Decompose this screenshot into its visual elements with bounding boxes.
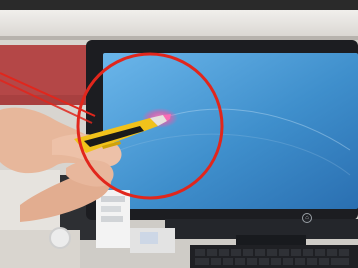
red-cabinet [0, 45, 92, 97]
paper-text-3 [101, 216, 123, 222]
paper-text-2 [101, 206, 121, 212]
shelf-top [0, 10, 358, 38]
photo-illustration [0, 0, 358, 268]
paper-text-1 [101, 196, 125, 202]
monitor-logo-icon: ⌂ [302, 213, 312, 223]
monitor-stand [236, 235, 306, 245]
photo-scene: ⌂ [0, 0, 358, 268]
shelf-edge [0, 36, 358, 40]
red-cabinet-shadow [0, 95, 92, 105]
